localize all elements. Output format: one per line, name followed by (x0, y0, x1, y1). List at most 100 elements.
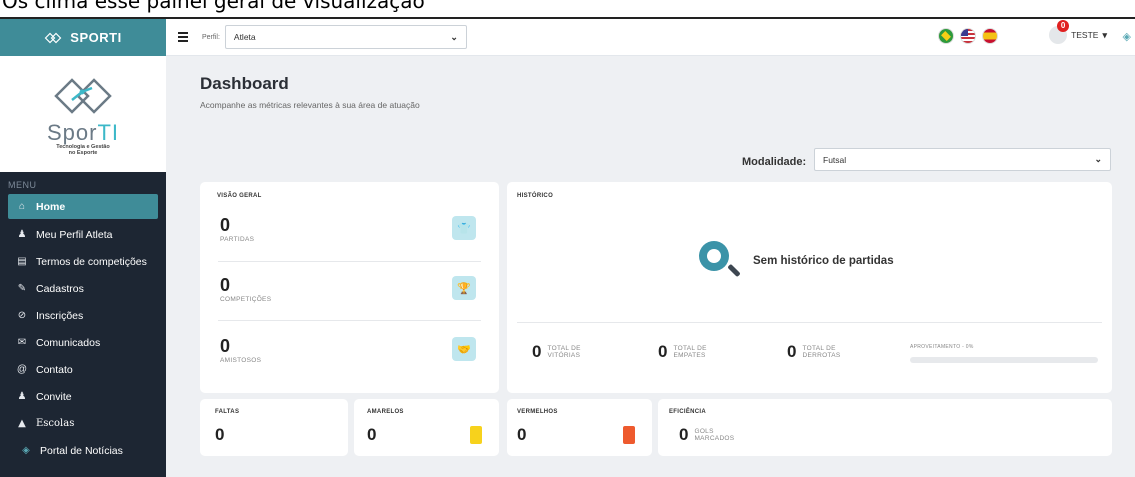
eficiencia-value: 0 (679, 425, 689, 444)
sporti-logo-icon: ◈ (1122, 31, 1131, 43)
total-derrotas: 0 TOTAL DE DERROTAS (787, 343, 841, 361)
sidebar-item-label: Meu Perfil Atleta (36, 228, 113, 241)
sidebar-item-cadastros[interactable]: ✎ Cadastros (0, 275, 166, 302)
amarelos-value: 0 (367, 425, 377, 444)
vermelhos-title: VERMELHOS (517, 409, 558, 415)
sidebar-item-inscricoes[interactable]: ⊘ Inscrições (0, 302, 166, 329)
brand-name: SPORTI (70, 30, 122, 45)
sidebar-item-label: Convite (36, 390, 72, 403)
yellow-card-icon (470, 426, 482, 444)
sidebar-item-convite[interactable]: ♟ Convite (0, 383, 166, 410)
sporti-logo-icon: ◈ (22, 445, 30, 456)
home-icon: ⌂ (18, 201, 26, 212)
hamburger-menu-icon[interactable] (178, 32, 188, 42)
app-frame: SPORTI SporTI Tecnologia e Gestão no Espo… (0, 17, 1135, 477)
sidebar-item-label: Contato (36, 363, 73, 376)
trophy-icon: 🏆 (452, 276, 476, 300)
graduation-cap-icon: ▲ (18, 418, 26, 429)
total-label: TOTAL DE EMPATES (673, 345, 707, 359)
handshake-icon: 🤝 (452, 337, 476, 361)
modalidade-select[interactable]: Futsal ⌄ (814, 148, 1111, 171)
envelope-icon: ✉ (17, 337, 27, 348)
eficiencia-title: EFICIÊNCIA (669, 409, 707, 415)
aproveitamento: APROVEITAMENTO - 0% (910, 344, 1098, 363)
sidebar-item-label: Comunicados (36, 336, 101, 349)
check-circle-icon: ⊘ (17, 310, 27, 321)
faltas-title: FALTAS (215, 409, 240, 415)
sporti-logo-icon (44, 32, 62, 43)
total-vitorias: 0 TOTAL DE VITÓRIAS (532, 343, 581, 361)
chevron-down-icon: ⌄ (450, 31, 458, 42)
top-bar: Perfil: Atleta ⌄ 0 TESTE ▾ ◈ (166, 19, 1135, 56)
eficiencia-metric: 0 GOLS MARCADOS (679, 426, 734, 444)
avatar: 0 (1049, 20, 1070, 44)
company-logo: SporTI Tecnologia e Gestão no Esporte (0, 56, 166, 172)
chevron-down-icon: ⌄ (1094, 154, 1102, 164)
page-subtitle: Acompanhe as métricas relevantes à sua á… (200, 100, 420, 110)
page-title: Dashboard (200, 74, 289, 93)
total-label: TOTAL DE DERROTAS (802, 345, 841, 359)
sidebar-item-label: Portal de Notícias (40, 444, 123, 457)
users-icon: ♟ (17, 391, 27, 402)
metric-competicoes: 0 COMPETIÇÕES (220, 276, 271, 303)
page-caption: Os clima esse painel geral de visualizaç… (0, 0, 1135, 18)
metric-amistosos: 0 AMISTOSOS (220, 337, 261, 364)
eficiencia-label: GOLS MARCADOS (694, 428, 735, 442)
overview-card: VISÃO GERAL 0 PARTIDAS 👕 0 COMPETIÇÕES 🏆… (200, 182, 499, 393)
faltas-card: FALTAS 0 (200, 399, 348, 456)
red-card-icon (623, 426, 635, 444)
aproveitamento-label: APROVEITAMENTO - 0% (910, 344, 974, 350)
user-name: TESTE (1071, 30, 1099, 40)
sidebar-item-portal-de-noticias[interactable]: ◈ Portal de Notícias (0, 437, 166, 464)
total-label: TOTAL DE VITÓRIAS (547, 345, 581, 359)
usa-flag-icon[interactable] (960, 28, 976, 44)
total-value: 0 (532, 342, 542, 361)
eficiencia-card: EFICIÊNCIA 0 GOLS MARCADOS (658, 399, 1112, 456)
perfil-label: Perfil: (202, 33, 220, 41)
logo-tagline: Tecnologia e Gestão no Esporte (56, 144, 110, 156)
document-icon: ▤ (17, 256, 27, 267)
sidebar-item-label: Inscrições (36, 309, 84, 322)
sidebar-item-meu-perfil-atleta[interactable]: ♟ Meu Perfil Atleta (0, 221, 166, 248)
perfil-select[interactable]: Atleta ⌄ (224, 25, 467, 49)
sidebar: SPORTI SporTI Tecnologia e Gestão no Espo… (0, 19, 166, 477)
metric-value: 0 (220, 275, 231, 295)
sidebar-item-home[interactable]: ⌂ Home (8, 194, 158, 219)
sidebar-item-label: Termos de competições (36, 255, 147, 268)
brand-bar[interactable]: SPORTI (0, 19, 166, 56)
modalidade-select-value: Futsal (823, 154, 847, 165)
sidebar-item-contato[interactable]: @ Contato (0, 356, 166, 383)
metric-label: AMISTOSOS (220, 357, 262, 364)
notification-badge: 0 (1057, 20, 1070, 32)
metric-value: 0 (220, 336, 231, 356)
aproveitamento-progress-bar (910, 357, 1098, 363)
total-empates: 0 TOTAL DE EMPATES (658, 343, 707, 361)
modalidade-label: Modalidade: (742, 156, 807, 168)
amarelos-card: AMARELOS 0 (354, 399, 499, 456)
menu-label: MENU (8, 180, 37, 190)
perfil-select-value: Atleta (233, 32, 256, 42)
total-value: 0 (787, 342, 797, 361)
history-card: HISTÓRICO Sem histórico de partidas 0 TO… (507, 182, 1112, 393)
divider (218, 261, 481, 262)
vermelhos-card: VERMELHOS 0 (507, 399, 652, 456)
total-value: 0 (658, 342, 668, 361)
sporti-emblem-icon (54, 78, 112, 114)
metric-partidas: 0 PARTIDAS (220, 216, 254, 243)
brazil-flag-icon[interactable] (938, 28, 954, 44)
edit-icon: ✎ (17, 283, 27, 294)
metric-label: PARTIDAS (220, 236, 255, 243)
caret-down-icon: ▾ (1102, 29, 1107, 40)
spain-flag-icon[interactable] (982, 28, 998, 44)
shirt-icon: 👕 (452, 216, 476, 240)
history-empty-message: Sem histórico de partidas (753, 255, 894, 267)
history-title: HISTÓRICO (517, 193, 554, 199)
sidebar-item-termos-de-competicoes[interactable]: ▤ Termos de competições (0, 248, 166, 275)
history-empty-state: Sem histórico de partidas (697, 239, 894, 283)
sidebar-item-comunicados[interactable]: ✉ Comunicados (0, 329, 166, 356)
magnifier-ball-icon (697, 239, 741, 283)
user-icon: ♟ (17, 229, 27, 240)
sidebar-item-escolas[interactable]: ▲ Escolas (0, 410, 166, 437)
sidebar-item-label: Home (36, 200, 66, 213)
user-menu[interactable]: 0 TESTE ▾ (1049, 20, 1107, 44)
